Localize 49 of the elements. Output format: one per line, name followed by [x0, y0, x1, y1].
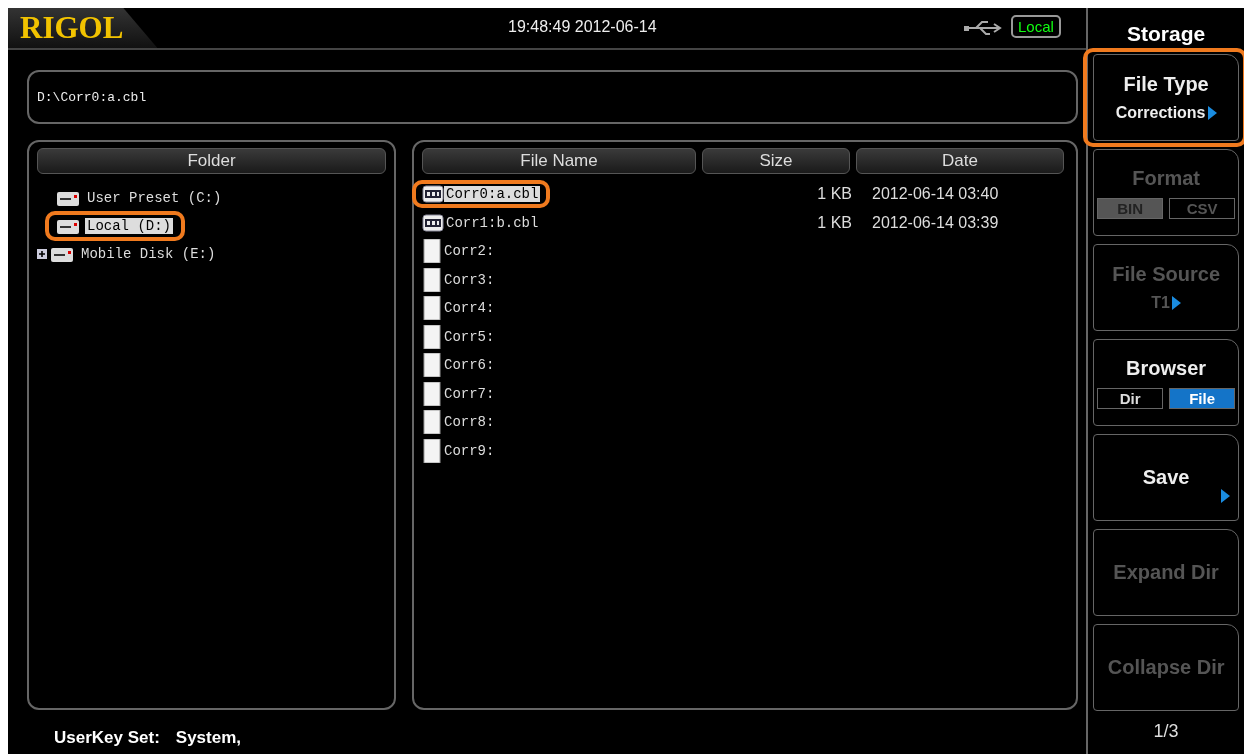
file-name[interactable]: Corr5:: [442, 328, 497, 345]
folder-item[interactable]: User Preset (C:): [85, 190, 224, 206]
menu-title: Storage: [1127, 22, 1206, 46]
column-header: Folder: [37, 148, 386, 174]
file-name[interactable]: Corr4:: [442, 300, 497, 317]
document-icon: [422, 381, 442, 406]
file-name[interactable]: Corr0:a.cbl: [444, 186, 541, 203]
option-label[interactable]: File: [1169, 387, 1236, 409]
file-size: 1 KB: [816, 213, 852, 232]
column-header: Size: [702, 148, 850, 174]
file-name[interactable]: Corr9:: [442, 442, 497, 459]
file-name[interactable]: Corr8:: [442, 414, 497, 431]
document-icon: [422, 239, 442, 264]
drive-icon: [57, 218, 79, 234]
option-label[interactable]: Dir: [1097, 387, 1164, 409]
document-icon: [422, 353, 442, 378]
drive-icon: [57, 190, 79, 206]
logo: RIGOL: [8, 8, 158, 48]
file-name[interactable]: Corr3:: [442, 271, 497, 288]
file-name[interactable]: Corr7:: [442, 385, 497, 402]
folder-item[interactable]: Mobile Disk (E:): [79, 246, 218, 262]
document-icon: [422, 267, 442, 292]
column-header: Date: [856, 148, 1064, 174]
document-icon: [422, 410, 442, 435]
document-icon: [422, 324, 442, 349]
file-name[interactable]: Corr6:: [442, 357, 497, 374]
file-size: 1 KB: [816, 185, 852, 204]
softkey[interactable]: Save: [1093, 434, 1240, 521]
file-date: 2012-06-14 03:40: [872, 185, 999, 204]
usb-icon: [964, 18, 1004, 38]
document-icon: [422, 438, 442, 463]
softkey[interactable]: File Type Corrections: [1093, 54, 1240, 141]
status-value: System,: [175, 728, 242, 748]
file-badge-icon: [422, 185, 444, 204]
file-name[interactable]: Corr2:: [442, 243, 497, 260]
file-date: 2012-06-14 03:39: [872, 213, 999, 232]
storage-badge: Local: [1011, 15, 1061, 38]
path-field: D:\Corr0:a.cbl: [27, 70, 1079, 124]
file-badge-icon: [422, 213, 444, 232]
page-indicator: 1/3: [1153, 721, 1179, 742]
datetime: 19:48:49 2012-06-14: [508, 18, 657, 36]
document-icon: [422, 296, 442, 321]
drive-icon: [51, 246, 73, 262]
expand-icon[interactable]: [37, 249, 47, 259]
softkey[interactable]: Browser Dir File: [1093, 339, 1240, 426]
folder-item[interactable]: Local (D:): [85, 218, 173, 234]
column-header: File Name: [422, 148, 696, 174]
status-label: UserKey Set:: [54, 728, 160, 748]
file-name[interactable]: Corr1:b.cbl: [444, 214, 541, 231]
